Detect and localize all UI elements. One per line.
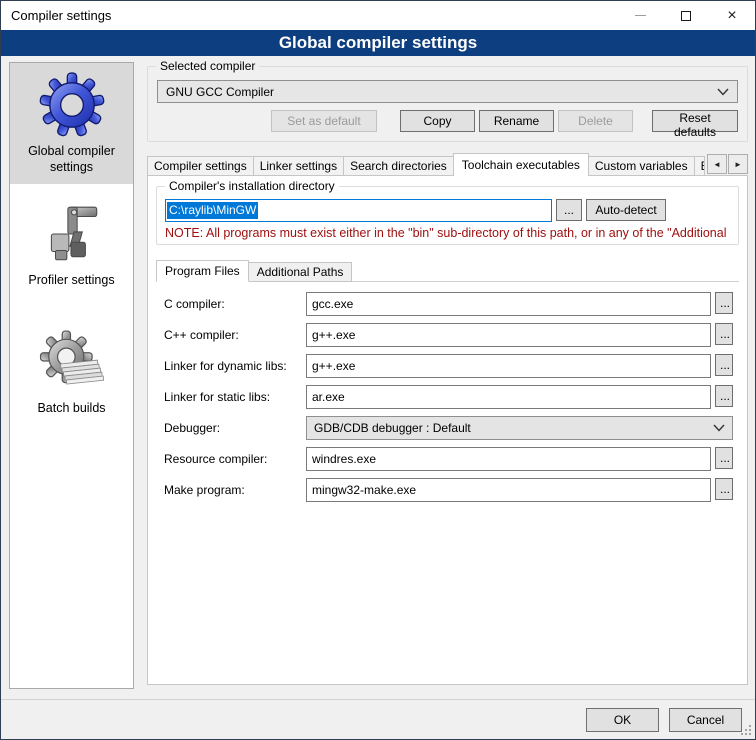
- make-program-browse-button[interactable]: ...: [715, 478, 733, 500]
- tab-scrollers: ◄ ►: [706, 154, 748, 174]
- cpp-compiler-browse-button[interactable]: ...: [715, 323, 733, 345]
- window-title: Compiler settings: [1, 8, 111, 23]
- tab-toolchain-executables[interactable]: Toolchain executables: [453, 153, 589, 176]
- rename-button[interactable]: Rename: [479, 110, 554, 132]
- subtab-additional-paths[interactable]: Additional Paths: [248, 262, 353, 282]
- cancel-button[interactable]: Cancel: [669, 708, 742, 732]
- sidebar-item-label: Batch builds: [37, 401, 105, 417]
- linker-dynamic-browse-button[interactable]: ...: [715, 354, 733, 376]
- delete-button: Delete: [558, 110, 633, 132]
- arrow-left-icon: ◄: [713, 160, 721, 169]
- sidebar-item-global-compiler-settings[interactable]: Global compiler settings: [10, 63, 133, 184]
- linker-dynamic-input[interactable]: [306, 354, 711, 378]
- arrow-right-icon: ►: [734, 160, 742, 169]
- caliper-icon: [39, 201, 105, 267]
- toolchain-subtabs: Program Files Additional Paths: [156, 260, 739, 282]
- selected-compiler-group-label: Selected compiler: [156, 59, 259, 73]
- cpp-compiler-label: C++ compiler:: [164, 328, 306, 342]
- minimize-button[interactable]: [617, 1, 663, 30]
- compiler-actions: Set as default Copy Rename Delete Reset …: [157, 110, 738, 132]
- c-compiler-input[interactable]: [306, 292, 711, 316]
- settings-category-list: Global compiler settings: [9, 62, 134, 689]
- resize-grip[interactable]: [741, 725, 752, 736]
- blue-gear-icon: [39, 72, 105, 138]
- installation-directory-selected-text: C:\raylib\MinGW: [167, 202, 258, 219]
- form-row-linker-dynamic: Linker for dynamic libs: ...: [156, 354, 739, 378]
- close-icon: ×: [727, 8, 736, 24]
- window-controls: ×: [617, 1, 755, 30]
- linker-static-input[interactable]: [306, 385, 711, 409]
- linker-dynamic-label: Linker for dynamic libs:: [164, 359, 306, 373]
- toolchain-executables-page: Compiler's installation directory C:\ray…: [147, 175, 748, 685]
- resource-compiler-browse-button[interactable]: ...: [715, 447, 733, 469]
- make-program-label: Make program:: [164, 483, 306, 497]
- sidebar-item-profiler-settings[interactable]: Profiler settings: [10, 192, 133, 298]
- installation-directory-row: C:\raylib\MinGW ... Auto-detect: [165, 199, 730, 222]
- tab-search-directories[interactable]: Search directories: [343, 156, 454, 176]
- debugger-label: Debugger:: [164, 421, 306, 435]
- chevron-down-icon: [713, 424, 725, 432]
- tab-scroll-left-button[interactable]: ◄: [707, 154, 727, 174]
- linker-static-label: Linker for static libs:: [164, 390, 306, 404]
- chevron-down-icon: [717, 88, 729, 96]
- tab-compiler-settings[interactable]: Compiler settings: [147, 156, 254, 176]
- window-titlebar[interactable]: Compiler settings ×: [1, 1, 755, 30]
- maximize-button[interactable]: [663, 1, 709, 30]
- dialog-footer: OK Cancel: [1, 699, 755, 739]
- sidebar-item-label: Global compiler settings: [13, 144, 130, 175]
- reset-defaults-button[interactable]: Reset defaults: [652, 110, 738, 132]
- installation-directory-input[interactable]: C:\raylib\MinGW: [165, 199, 552, 222]
- c-compiler-label: C compiler:: [164, 297, 306, 311]
- gear-stack-icon: [39, 329, 105, 395]
- form-row-cpp-compiler: C++ compiler: ...: [156, 323, 739, 347]
- browse-directory-button[interactable]: ...: [556, 199, 582, 221]
- dialog-header: Global compiler settings: [1, 30, 755, 56]
- c-compiler-browse-button[interactable]: ...: [715, 292, 733, 314]
- installation-directory-group: Compiler's installation directory C:\ray…: [156, 186, 739, 245]
- form-row-make-program: Make program: ...: [156, 478, 739, 502]
- compiler-select[interactable]: GNU GCC Compiler: [157, 80, 738, 103]
- auto-detect-button[interactable]: Auto-detect: [586, 199, 666, 221]
- compiler-select-value: GNU GCC Compiler: [166, 85, 717, 99]
- tab-build-options[interactable]: Build: [694, 156, 705, 176]
- subtab-program-files[interactable]: Program Files: [156, 260, 249, 282]
- installation-directory-group-label: Compiler's installation directory: [165, 179, 339, 193]
- tab-linker-settings[interactable]: Linker settings: [253, 156, 344, 176]
- debugger-select-value: GDB/CDB debugger : Default: [314, 421, 713, 435]
- form-row-c-compiler: C compiler: ...: [156, 292, 739, 316]
- copy-button[interactable]: Copy: [400, 110, 475, 132]
- settings-panel: Selected compiler GNU GCC Compiler Set a…: [147, 62, 748, 689]
- sidebar-item-label: Profiler settings: [28, 273, 114, 289]
- sidebar-item-batch-builds[interactable]: Batch builds: [10, 320, 133, 426]
- form-row-debugger: Debugger: GDB/CDB debugger : Default: [156, 416, 739, 440]
- maximize-icon: [681, 11, 691, 21]
- close-button[interactable]: ×: [709, 1, 755, 30]
- cpp-compiler-input[interactable]: [306, 323, 711, 347]
- settings-tabs: Compiler settings Linker settings Search…: [147, 153, 748, 176]
- program-files-form: C compiler: ... C++ compiler: ...: [156, 282, 739, 502]
- resource-compiler-label: Resource compiler:: [164, 452, 306, 466]
- set-as-default-button: Set as default: [271, 110, 377, 132]
- minimize-icon: [635, 15, 646, 16]
- resource-compiler-input[interactable]: [306, 447, 711, 471]
- dialog-body: Global compiler settings: [1, 56, 755, 699]
- ok-button[interactable]: OK: [586, 708, 659, 732]
- debugger-select[interactable]: GDB/CDB debugger : Default: [306, 416, 733, 440]
- make-program-input[interactable]: [306, 478, 711, 502]
- tab-scroll-right-button[interactable]: ►: [728, 154, 748, 174]
- selected-compiler-group: Selected compiler GNU GCC Compiler Set a…: [147, 66, 748, 142]
- form-row-linker-static: Linker for static libs: ...: [156, 385, 739, 409]
- form-row-resource-compiler: Resource compiler: ...: [156, 447, 739, 471]
- linker-static-browse-button[interactable]: ...: [715, 385, 733, 407]
- program-files-section: Program Files Additional Paths C compile…: [156, 260, 739, 676]
- compiler-settings-window: Compiler settings × Global compiler sett…: [0, 0, 756, 740]
- bin-subdirectory-note: NOTE: All programs must exist either in …: [165, 226, 730, 240]
- tab-custom-variables[interactable]: Custom variables: [588, 156, 695, 176]
